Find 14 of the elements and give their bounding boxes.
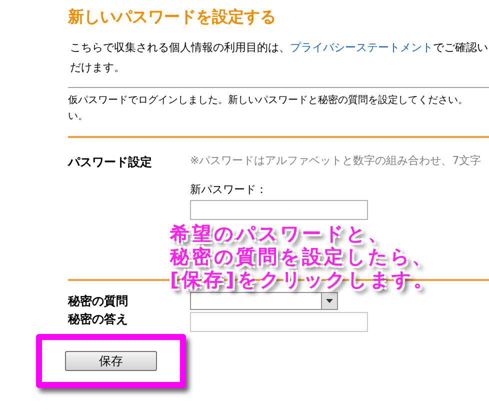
notice-text: 仮パスワードでログインしました。新しいパスワードと秘密の質問を設定してください。 い。 — [68, 94, 469, 124]
dropdown-arrow-icon — [326, 299, 333, 304]
privacy-text: こちらで収集される個人情報の利用目的は、プライバシーステートメント でご確認い だけます。 — [70, 40, 489, 76]
save-button[interactable]: 保存 — [65, 351, 157, 371]
answer-field[interactable] — [190, 312, 368, 332]
page-title: 新しいパスワードを設定する — [68, 7, 277, 27]
field-label: 新パスワード： — [190, 182, 267, 198]
question-select[interactable] — [190, 292, 338, 310]
privacy-link[interactable]: プライバシーステートメント — [290, 41, 433, 54]
section-heading: パスワード設定 — [68, 155, 152, 169]
section-heading: 秘密の答え — [68, 312, 128, 326]
password-note: ※パスワードはアルファベットと数字の組み合わせ、7文字 — [190, 153, 482, 169]
password-field[interactable] — [190, 200, 368, 220]
section-heading: 秘密の質問 — [68, 294, 128, 308]
